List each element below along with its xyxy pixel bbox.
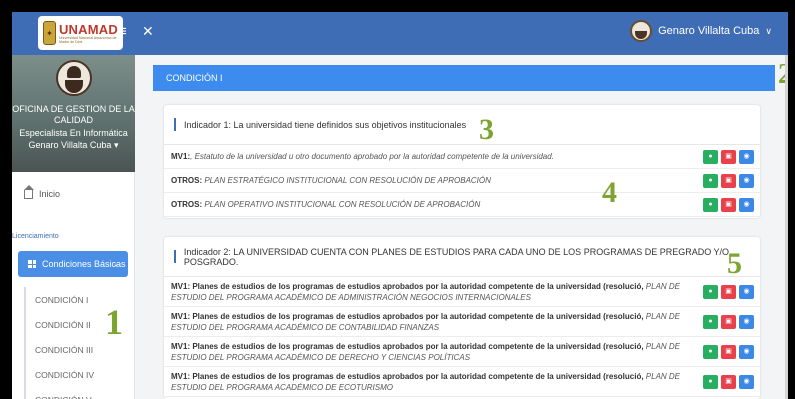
avatar xyxy=(56,60,92,96)
office-name: OFICINA DE GESTION DE LA CALIDAD xyxy=(12,104,135,125)
pdf-button[interactable]: ▣ xyxy=(721,197,736,212)
caret-down-icon: ▾ xyxy=(113,140,119,150)
sidebar-item-label: Inicio xyxy=(39,189,61,199)
comment-button[interactable]: ● xyxy=(703,284,718,299)
sidebar-item-inicio[interactable]: Inicio xyxy=(24,184,61,199)
comment-button[interactable]: ● xyxy=(703,197,718,212)
comment-button[interactable]: ● xyxy=(703,173,718,188)
home-icon xyxy=(24,184,34,199)
sidebar-item-condicion-1[interactable]: CONDICIÓN I xyxy=(26,287,147,312)
user-menu[interactable]: Genaro Villalta Cuba ∨ xyxy=(630,20,772,42)
sidebar-item-condicion-3[interactable]: CONDICIÓN III xyxy=(26,337,147,362)
scrollbar[interactable] xyxy=(785,55,788,399)
table-row: MV1: Planes de estudios de los programas… xyxy=(164,277,760,307)
indicator-title: Indicador 1: La universidad tiene defini… xyxy=(164,105,760,145)
pdf-button[interactable]: ▣ xyxy=(721,149,736,164)
annotation-number: 1 xyxy=(105,302,123,342)
avatar xyxy=(630,20,653,42)
unamad-logo[interactable]: ✦ UNAMAD Universidad Nacional Amazónica … xyxy=(38,16,123,50)
table-row: OTROS: PLAN ESTRATÉGICO INSTITUCIONAL CO… xyxy=(164,169,760,193)
sidebar-item-condicion-2[interactable]: CONDICIÓN II xyxy=(26,312,147,337)
view-button[interactable]: ◉ xyxy=(739,314,754,329)
pdf-button[interactable]: ▣ xyxy=(721,374,736,389)
condition-list: CONDICIÓN I CONDICIÓN II CONDICIÓN III C… xyxy=(24,287,147,399)
chevron-down-icon: ∨ xyxy=(765,25,772,36)
sidebar-group-condiciones-basicas[interactable]: Condiciones Básicas ⌄ xyxy=(18,251,128,277)
pdf-button[interactable]: ▣ xyxy=(721,314,736,329)
app-window: ✦ UNAMAD Universidad Nacional Amazónica … xyxy=(12,12,788,399)
view-button[interactable]: ◉ xyxy=(739,374,754,389)
table-row: MV1: Planes de estudios de los programas… xyxy=(164,367,760,397)
page-title: CONDICIÓN I xyxy=(153,65,775,91)
section-label: Licenciamiento xyxy=(12,233,59,240)
comment-button[interactable]: ● xyxy=(703,149,718,164)
user-name: Genaro Villalta Cuba xyxy=(658,25,760,37)
pdf-button[interactable]: ▣ xyxy=(721,344,736,359)
indicator-card: Indicador 1: La universidad tiene defini… xyxy=(164,105,760,218)
logo-brand-text: UNAMAD xyxy=(58,21,118,37)
annotation-number: 4 xyxy=(602,176,617,209)
sidebar-user-name[interactable]: Genaro Villalta Cuba ▾ xyxy=(12,140,135,151)
view-button[interactable]: ◉ xyxy=(739,344,754,359)
chevron-down-icon: ⌄ xyxy=(113,261,119,268)
view-button[interactable]: ◉ xyxy=(739,149,754,164)
university-seal-icon: ✦ xyxy=(43,21,56,45)
sidebar: OFICINA DE GESTION DE LA CALIDAD Especia… xyxy=(12,55,135,399)
table-row: MV1: Planes de estudios de los programas… xyxy=(164,307,760,337)
view-button[interactable]: ◉ xyxy=(739,284,754,299)
expand-icon[interactable]: ✕ xyxy=(142,23,154,39)
comment-button[interactable]: ● xyxy=(703,314,718,329)
view-button[interactable]: ◉ xyxy=(739,197,754,212)
indicator-card: Indicador 2: LA UNIVERSIDAD CUENTA CON P… xyxy=(164,237,760,399)
indicator-title: Indicador 2: LA UNIVERSIDAD CUENTA CON P… xyxy=(164,237,760,277)
sidebar-item-condicion-4[interactable]: CONDICIÓN IV xyxy=(26,362,147,387)
sidebar-profile: OFICINA DE GESTION DE LA CALIDAD Especia… xyxy=(12,55,135,172)
top-navbar: ✦ UNAMAD Universidad Nacional Amazónica … xyxy=(12,12,788,55)
logo-subtext: Universidad Nacional Amazónica de Madre … xyxy=(58,35,117,44)
table-row: OTROS: PLAN OPERATIVO INSTITUCIONAL CON … xyxy=(164,193,760,217)
comment-button[interactable]: ● xyxy=(703,374,718,389)
view-button[interactable]: ◉ xyxy=(739,173,754,188)
hamburger-icon[interactable]: ≡ xyxy=(118,24,127,39)
annotation-number: 3 xyxy=(479,113,494,146)
user-role: Especialista En Informática xyxy=(19,128,128,138)
comment-button[interactable]: ● xyxy=(703,344,718,359)
annotation-number: 5 xyxy=(727,247,742,280)
grid-icon xyxy=(28,260,36,268)
pdf-button[interactable]: ▣ xyxy=(721,284,736,299)
pdf-button[interactable]: ▣ xyxy=(721,173,736,188)
sidebar-item-condicion-5[interactable]: CONDICIÓN V xyxy=(26,387,147,399)
table-row: MV1:, Estatuto de la universidad u otro … xyxy=(164,145,760,169)
table-row: MV1: Planes de estudios de los programas… xyxy=(164,337,760,367)
